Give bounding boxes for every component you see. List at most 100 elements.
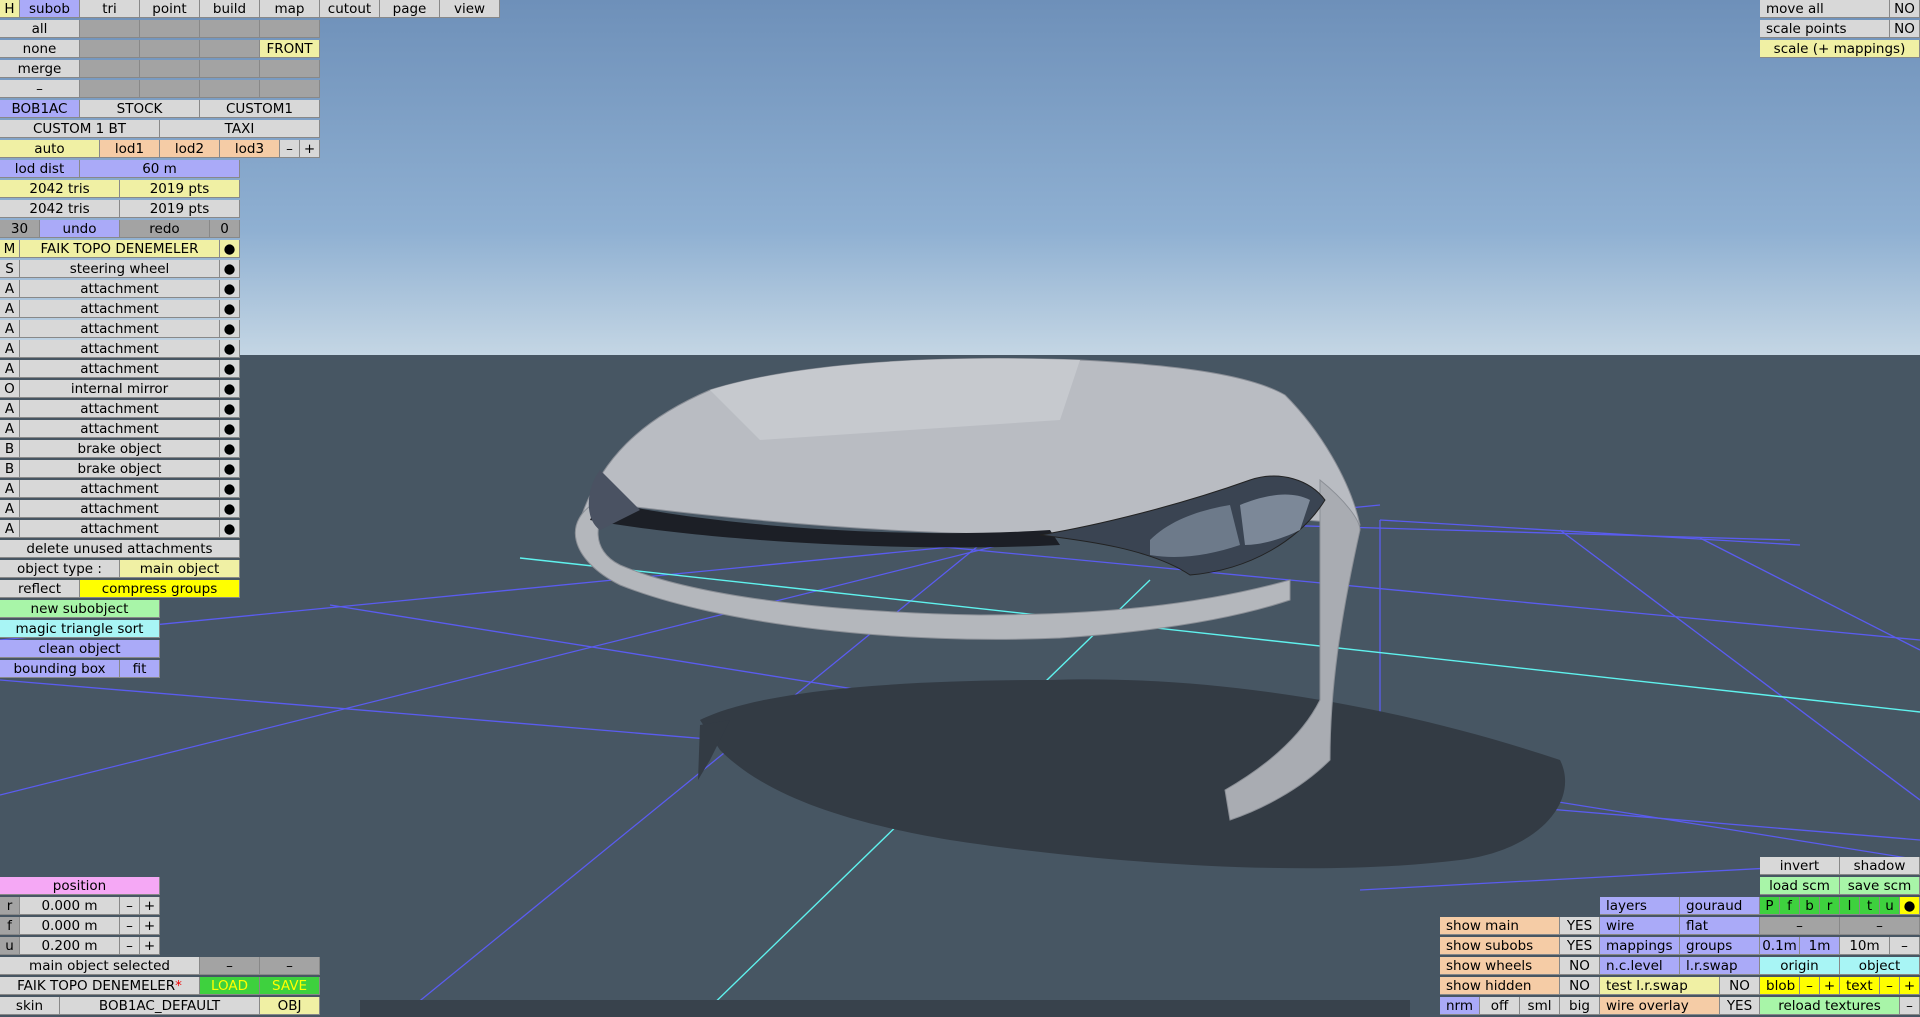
object-name[interactable]: attachment [20, 480, 220, 498]
object-name[interactable]: attachment [20, 420, 220, 438]
skin-tab-custom1[interactable]: CUSTOM1 [200, 100, 320, 118]
undo-button[interactable]: undo [40, 220, 120, 238]
reflect-button[interactable]: reflect [0, 580, 80, 598]
text-plus-button[interactable]: + [1900, 977, 1920, 995]
origin-button[interactable]: origin [1760, 957, 1840, 975]
show-main-toggle[interactable]: show main [1440, 917, 1560, 935]
lr-swap-button[interactable]: l.r.swap [1680, 957, 1760, 975]
dash-button[interactable]: – [0, 80, 80, 98]
size-sml-button[interactable]: sml [1520, 997, 1560, 1015]
groups-button[interactable]: groups [1680, 937, 1760, 955]
blob-minus-button[interactable]: – [1800, 977, 1820, 995]
reload-textures-button[interactable]: reload textures [1760, 997, 1900, 1015]
scale-points-toggle[interactable]: scale points [1760, 20, 1890, 38]
skin-tab-stock[interactable]: STOCK [80, 100, 200, 118]
tab-tri[interactable]: tri [80, 0, 140, 18]
new-subobject-button[interactable]: new subobject [0, 600, 160, 618]
fit-button[interactable]: fit [120, 660, 160, 678]
object-name[interactable]: attachment [20, 320, 220, 338]
position-r-minus-button[interactable]: – [120, 897, 140, 915]
position-u-minus-button[interactable]: – [120, 937, 140, 955]
visibility-dot-icon[interactable]: ● [220, 480, 240, 498]
size-big-button[interactable]: big [1560, 997, 1600, 1015]
object-name[interactable]: FAIK TOPO DENEMELER [20, 240, 220, 258]
bounding-box-button[interactable]: bounding box [0, 660, 120, 678]
visibility-dot-icon[interactable]: ● [220, 460, 240, 478]
merge-button[interactable]: merge [0, 60, 80, 78]
delete-unused-attachments-button[interactable]: delete unused attachments [0, 540, 240, 558]
object-type-select[interactable]: main object [120, 560, 240, 578]
selection-minus-button[interactable]: – [200, 957, 260, 975]
invert-button[interactable]: invert [1760, 857, 1840, 875]
visibility-dot-icon[interactable]: ● [220, 240, 240, 258]
show-wheels-value[interactable]: NO [1560, 957, 1600, 975]
move-all-value[interactable]: NO [1890, 0, 1920, 18]
position-r-plus-button[interactable]: + [140, 897, 160, 915]
tab-h[interactable]: H [0, 0, 20, 18]
obj-export-button[interactable]: OBJ [260, 997, 320, 1015]
compress-groups-button[interactable]: compress groups [80, 580, 240, 598]
position-f-plus-button[interactable]: + [140, 917, 160, 935]
visibility-dot-icon[interactable]: ● [220, 380, 240, 398]
object-name[interactable]: attachment [20, 520, 220, 538]
step-minus-button[interactable]: – [1890, 937, 1920, 955]
position-u-value[interactable]: 0.200 m [20, 937, 120, 955]
lod3-button[interactable]: lod3 [220, 140, 280, 158]
save-scm-button[interactable]: save scm [1840, 877, 1920, 895]
object-name[interactable]: attachment [20, 500, 220, 518]
flag-f-toggle[interactable]: f [1780, 897, 1800, 915]
skin-value[interactable]: BOB1AC_DEFAULT [60, 997, 260, 1015]
dash-button-1[interactable]: – [1760, 917, 1840, 935]
tab-build[interactable]: build [200, 0, 260, 18]
tab-page[interactable]: page [380, 0, 440, 18]
save-button[interactable]: SAVE [260, 977, 320, 995]
tab-map[interactable]: map [260, 0, 320, 18]
object-name[interactable]: attachment [20, 340, 220, 358]
lod2-button[interactable]: lod2 [160, 140, 220, 158]
lod-dist-value[interactable]: 60 m [80, 160, 240, 178]
move-all-toggle[interactable]: move all [1760, 0, 1890, 18]
size-off-button[interactable]: off [1480, 997, 1520, 1015]
front-button[interactable]: FRONT [260, 40, 320, 58]
show-main-value[interactable]: YES [1560, 917, 1600, 935]
show-subobs-value[interactable]: YES [1560, 937, 1600, 955]
position-u-plus-button[interactable]: + [140, 937, 160, 955]
object-name[interactable]: brake object [20, 440, 220, 458]
position-f-minus-button[interactable]: – [120, 917, 140, 935]
test-lr-swap-value[interactable]: NO [1720, 977, 1760, 995]
tab-point[interactable]: point [140, 0, 200, 18]
load-scm-button[interactable]: load scm [1760, 877, 1840, 895]
select-none-button[interactable]: none [0, 40, 80, 58]
object-button[interactable]: object [1840, 957, 1920, 975]
object-name[interactable]: steering wheel [20, 260, 220, 278]
selection-minus-button-2[interactable]: – [260, 957, 320, 975]
flag-dot-icon[interactable]: ● [1900, 897, 1920, 915]
scale-mappings-button[interactable]: scale (+ mappings) [1760, 40, 1920, 58]
tab-subob[interactable]: subob [20, 0, 80, 18]
show-subobs-toggle[interactable]: show subobs [1440, 937, 1560, 955]
lod-auto-button[interactable]: auto [0, 140, 100, 158]
scale-points-value[interactable]: NO [1890, 20, 1920, 38]
flag-p-toggle[interactable]: P [1760, 897, 1780, 915]
step-1m-button[interactable]: 1m [1800, 937, 1840, 955]
reload-minus-button[interactable]: – [1900, 997, 1920, 1015]
tab-view[interactable]: view [440, 0, 500, 18]
magic-triangle-sort-button[interactable]: magic triangle sort [0, 620, 160, 638]
layers-button[interactable]: layers [1600, 897, 1680, 915]
visibility-dot-icon[interactable]: ● [220, 260, 240, 278]
visibility-dot-icon[interactable]: ● [220, 320, 240, 338]
object-name[interactable]: internal mirror [20, 380, 220, 398]
visibility-dot-icon[interactable]: ● [220, 360, 240, 378]
visibility-dot-icon[interactable]: ● [220, 300, 240, 318]
text-minus-button[interactable]: – [1880, 977, 1900, 995]
filename-field[interactable]: FAIK TOPO DENEMELER* [0, 977, 200, 995]
object-name[interactable]: attachment [20, 360, 220, 378]
tab-cutout[interactable]: cutout [320, 0, 380, 18]
position-r-value[interactable]: 0.000 m [20, 897, 120, 915]
flag-b-toggle[interactable]: b [1800, 897, 1820, 915]
position-f-value[interactable]: 0.000 m [20, 917, 120, 935]
flag-l-toggle[interactable]: l [1840, 897, 1860, 915]
visibility-dot-icon[interactable]: ● [220, 280, 240, 298]
object-name[interactable]: attachment [20, 400, 220, 418]
skin-tab-taxi[interactable]: TAXI [160, 120, 320, 138]
